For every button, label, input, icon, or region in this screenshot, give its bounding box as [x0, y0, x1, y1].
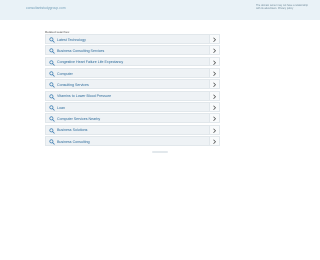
related-search-label: Vitamins to Lower Blood Pressure [57, 94, 112, 99]
related-search-label: Latest Technology [57, 37, 86, 42]
search-icon [49, 60, 55, 66]
related-searches-list: Latest Technology Business Consulting Ser… [45, 34, 220, 147]
related-search-label: Loan [57, 105, 65, 110]
domain-name[interactable]: consultantstudygroup.com [26, 6, 66, 10]
search-icon [49, 105, 55, 111]
search-icon [49, 71, 55, 77]
arrow-button[interactable] [209, 35, 219, 43]
related-search-item[interactable]: Congestive Heart Failure Life Expectancy [45, 56, 220, 67]
arrow-button[interactable] [209, 57, 219, 66]
chevron-right-icon [213, 128, 216, 133]
related-search-label: Computer Services Nearby [57, 117, 101, 121]
chevron-right-icon [213, 105, 216, 111]
related-search-label: Business Consulting [57, 139, 90, 144]
search-icon [49, 94, 55, 100]
arrow-button[interactable] [209, 114, 219, 123]
privacy-notice[interactable]: The domain owner may not have a relation… [256, 4, 312, 11]
top-bar: consultantstudygroup.com The domain owne… [0, 0, 320, 20]
chevron-right-icon [213, 60, 216, 65]
search-icon [49, 128, 55, 134]
related-search-label: Congestive Heart Failure Life Expectancy [57, 60, 124, 65]
arrow-button[interactable] [209, 137, 219, 145]
related-search-item[interactable]: Loan [45, 102, 220, 112]
footer-bar [152, 151, 168, 153]
search-icon [49, 48, 55, 55]
arrow-button[interactable] [209, 46, 219, 55]
related-search-item[interactable]: Latest Technology [45, 34, 220, 44]
chevron-right-icon [213, 82, 216, 88]
related-search-item[interactable]: Vitamins to Lower Blood Pressure [45, 90, 220, 101]
arrow-button[interactable] [209, 103, 219, 111]
related-search-item[interactable]: Computer [45, 68, 220, 78]
chevron-right-icon [213, 116, 216, 122]
related-search-label: Business Consulting Services [57, 48, 105, 53]
chevron-right-icon [213, 71, 216, 77]
arrow-button[interactable] [209, 69, 219, 77]
related-search-label: Business Solutions [57, 128, 88, 133]
chevron-right-icon [213, 94, 216, 99]
search-icon [49, 139, 55, 145]
search-icon [49, 82, 55, 89]
related-search-item[interactable]: Business Solutions [45, 124, 220, 135]
arrow-button[interactable] [209, 91, 219, 100]
search-icon [49, 116, 55, 123]
search-icon [49, 37, 55, 43]
arrow-button[interactable] [209, 125, 219, 134]
related-search-label: Consulting Services [57, 82, 89, 87]
related-search-item[interactable]: Business Consulting [45, 136, 220, 146]
chevron-right-icon [213, 139, 216, 145]
chevron-right-icon [213, 37, 216, 42]
arrow-button[interactable] [209, 80, 219, 89]
related-search-item[interactable]: Business Consulting Services [45, 45, 220, 56]
related-search-item[interactable]: Computer Services Nearby [45, 113, 220, 124]
related-search-item[interactable]: Consulting Services [45, 79, 220, 90]
chevron-right-icon [213, 48, 216, 54]
related-search-label: Computer [57, 71, 73, 76]
